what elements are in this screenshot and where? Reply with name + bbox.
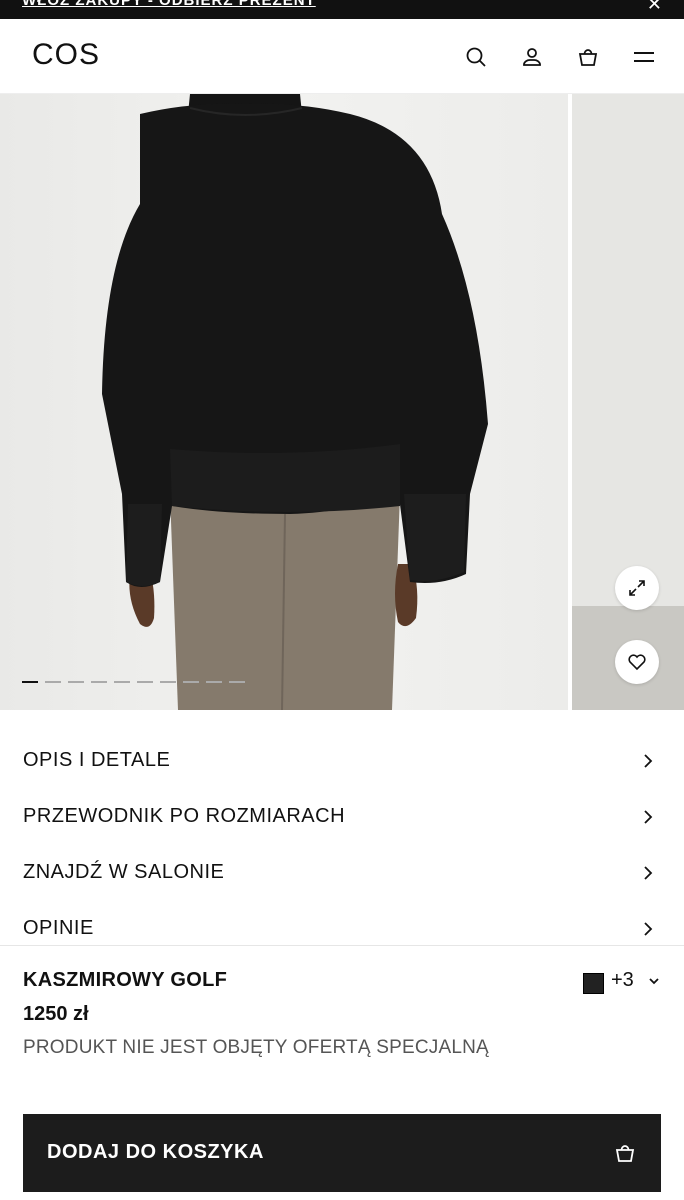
logo[interactable]: COS: [32, 38, 100, 72]
accordion-label: ZNAJDŹ W SALONIE: [23, 861, 225, 883]
slide-dot[interactable]: [22, 681, 38, 683]
slide-dot[interactable]: [183, 681, 199, 683]
product-image[interactable]: [0, 94, 568, 710]
expand-button[interactable]: [615, 566, 659, 610]
slide-dot[interactable]: [68, 681, 84, 683]
slide-dot[interactable]: [229, 681, 245, 683]
menu-icon[interactable]: [632, 45, 656, 69]
slide-dot[interactable]: [114, 681, 130, 683]
bag-icon[interactable]: [576, 45, 600, 69]
expand-icon: [629, 580, 645, 596]
product-gallery[interactable]: [0, 94, 684, 710]
bag-icon: [615, 1145, 635, 1162]
search-icon[interactable]: [464, 45, 488, 69]
slide-dot[interactable]: [137, 681, 153, 683]
site-header: COS: [0, 19, 684, 94]
chevron-down-icon[interactable]: [647, 976, 661, 988]
offer-note: PRODUKT NIE JEST OBJĘTY OFERTĄ SPECJALNĄ: [23, 1037, 489, 1058]
chevron-right-icon: [644, 810, 653, 824]
account-icon[interactable]: [520, 45, 544, 69]
chevron-right-icon: [644, 754, 653, 768]
slide-dot[interactable]: [160, 681, 176, 683]
heart-icon: [628, 654, 646, 671]
slide-dot[interactable]: [45, 681, 61, 683]
chevron-right-icon: [644, 866, 653, 880]
accordion-label: OPIS I DETALE: [23, 749, 171, 771]
close-icon[interactable]: ✕: [647, 0, 662, 15]
more-colors-count[interactable]: +3: [611, 969, 634, 992]
accordion-description[interactable]: OPIS I DETALE: [0, 734, 684, 790]
slide-dot[interactable]: [206, 681, 222, 683]
chevron-right-icon: [644, 922, 653, 936]
promo-link[interactable]: WŁÓŻ ZAKUPY - ODBIERZ PREZENT: [22, 0, 316, 9]
accordion-label: PRZEWODNIK PO ROZMIARACH: [23, 805, 346, 827]
product-name: KASZMIROWY GOLF: [23, 969, 228, 991]
wishlist-button[interactable]: [615, 640, 659, 684]
promo-bar: WŁÓŻ ZAKUPY - ODBIERZ PREZENT ✕: [0, 0, 684, 19]
accordion-label: OPINIE: [23, 917, 94, 939]
add-to-cart-label: DODAJ DO KOSZYKA: [47, 1141, 264, 1163]
accordion-find-in-store[interactable]: ZNAJDŹ W SALONIE: [0, 846, 684, 902]
model-in-sweater-image: [102, 94, 488, 710]
accordion-size-guide[interactable]: PRZEWODNIK PO ROZMIARACH: [0, 790, 684, 846]
slide-dot[interactable]: [91, 681, 107, 683]
sticky-product-bar: KASZMIROWY GOLF 1250 zł PRODUKT NIE JEST…: [0, 945, 684, 1200]
color-swatch[interactable]: [583, 973, 604, 994]
next-product-image[interactable]: [572, 94, 684, 710]
add-to-cart-button[interactable]: DODAJ DO KOSZYKA: [23, 1114, 661, 1192]
product-price: 1250 zł: [23, 1003, 89, 1025]
